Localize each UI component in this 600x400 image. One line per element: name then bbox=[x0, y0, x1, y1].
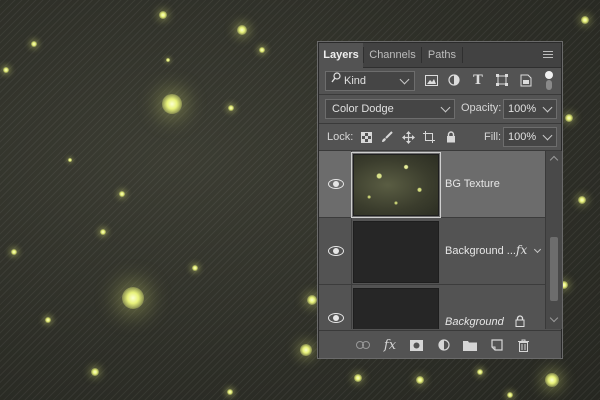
layer-thumbnail bbox=[353, 288, 439, 329]
layer-list: BG Texture Background ... fx Background bbox=[319, 151, 545, 329]
canvas-sparkle bbox=[300, 344, 312, 356]
layer-name: Background bbox=[445, 316, 504, 328]
smart-object-filter-icon[interactable] bbox=[518, 72, 534, 88]
canvas-sparkle bbox=[119, 191, 125, 197]
panel-menu-icon[interactable] bbox=[543, 51, 553, 59]
layer-thumbnail bbox=[353, 221, 439, 283]
layer-effects-icon[interactable]: fx bbox=[516, 243, 527, 257]
chevron-down-icon[interactable] bbox=[533, 245, 542, 254]
canvas-sparkle bbox=[237, 25, 247, 35]
type-filter-icon[interactable]: T bbox=[470, 72, 486, 88]
chevron-down-icon bbox=[399, 74, 410, 85]
lock-all-icon[interactable] bbox=[444, 130, 458, 144]
canvas-sparkle bbox=[192, 265, 198, 271]
chevron-down-icon bbox=[440, 102, 451, 113]
image-filter-icon[interactable] bbox=[423, 72, 439, 88]
canvas-sparkle bbox=[259, 47, 265, 53]
filter-toggle-icon[interactable] bbox=[545, 71, 553, 91]
add-layer-style-icon[interactable]: fx bbox=[382, 337, 398, 353]
layer-list-scrollbar[interactable] bbox=[545, 151, 562, 329]
tab-paths[interactable]: Paths bbox=[422, 43, 462, 67]
canvas-sparkle bbox=[477, 369, 483, 375]
canvas-sparkle bbox=[31, 41, 37, 47]
lock-image-pixels-icon[interactable] bbox=[380, 130, 394, 144]
layer-name: Background ... bbox=[445, 245, 516, 257]
canvas-sparkle bbox=[3, 67, 9, 73]
canvas-sparkle bbox=[507, 392, 513, 398]
filter-kind-label: Kind bbox=[344, 75, 367, 87]
canvas-sparkle bbox=[162, 94, 182, 114]
opacity-field[interactable]: 100% bbox=[503, 99, 557, 119]
chevron-down-icon bbox=[542, 102, 553, 113]
canvas-sparkle bbox=[45, 317, 51, 323]
filter-kind-select[interactable]: Kind bbox=[325, 71, 415, 91]
tab-divider bbox=[462, 47, 463, 63]
canvas-sparkle bbox=[122, 287, 144, 309]
chevron-down-icon bbox=[542, 130, 553, 141]
scroll-thumb[interactable] bbox=[550, 237, 558, 301]
panel-tab-bar: Layers Channels Paths bbox=[319, 43, 561, 68]
new-fill-adjustment-icon[interactable] bbox=[436, 337, 452, 353]
search-icon bbox=[331, 72, 341, 90]
layer-lock-icon bbox=[515, 315, 527, 327]
canvas-sparkle bbox=[166, 58, 170, 62]
visibility-column bbox=[351, 151, 352, 217]
shape-filter-icon[interactable] bbox=[494, 72, 510, 88]
fill-value: 100% bbox=[508, 131, 537, 143]
layer-thumbnail bbox=[351, 152, 441, 218]
fill-field[interactable]: 100% bbox=[503, 127, 557, 147]
divider bbox=[319, 123, 561, 124]
canvas-sparkle bbox=[68, 158, 72, 162]
layer-row-bg-texture[interactable]: BG Texture bbox=[319, 151, 545, 218]
canvas-sparkle bbox=[100, 229, 106, 235]
eye-icon[interactable] bbox=[328, 246, 344, 256]
opacity-value: 100% bbox=[508, 103, 537, 115]
canvas-sparkle bbox=[578, 196, 586, 204]
new-group-icon[interactable] bbox=[462, 337, 478, 353]
eye-icon[interactable] bbox=[328, 313, 344, 323]
blend-mode-select[interactable]: Color Dodge bbox=[325, 99, 455, 119]
canvas-sparkle bbox=[228, 105, 234, 111]
layers-panel: Layers Channels Paths Kind T Color Dodge… bbox=[318, 42, 562, 358]
link-layers-icon[interactable] bbox=[355, 337, 371, 353]
canvas-sparkle bbox=[565, 114, 573, 122]
adjustment-filter-icon[interactable] bbox=[446, 72, 462, 88]
blend-mode-value: Color Dodge bbox=[332, 103, 394, 115]
layers-bottom-toolbar: fx bbox=[319, 330, 561, 358]
fill-label: Fill: bbox=[484, 131, 502, 143]
canvas-sparkle bbox=[354, 374, 362, 382]
eye-icon[interactable] bbox=[328, 179, 344, 189]
canvas-sparkle bbox=[581, 16, 589, 24]
canvas-sparkle bbox=[307, 295, 317, 305]
lock-artboard-icon[interactable] bbox=[422, 130, 436, 144]
layer-row-background-copy[interactable]: Background ... fx bbox=[319, 218, 545, 285]
opacity-label: Opacity: bbox=[461, 102, 502, 114]
add-mask-icon[interactable] bbox=[408, 337, 424, 353]
scroll-up-icon[interactable] bbox=[549, 155, 559, 165]
canvas-sparkle bbox=[91, 368, 99, 376]
divider bbox=[319, 94, 561, 95]
lock-transparent-pixels-icon[interactable] bbox=[359, 130, 373, 144]
canvas-sparkle bbox=[227, 389, 233, 395]
scroll-down-icon[interactable] bbox=[549, 313, 559, 323]
new-layer-icon[interactable] bbox=[489, 337, 505, 353]
canvas-sparkle bbox=[416, 376, 424, 384]
canvas-sparkle bbox=[159, 11, 167, 19]
canvas-sparkle bbox=[545, 373, 559, 387]
visibility-column bbox=[351, 218, 352, 284]
lock-position-icon[interactable] bbox=[401, 130, 415, 144]
visibility-column bbox=[351, 285, 352, 329]
canvas-sparkle bbox=[11, 249, 17, 255]
tab-layers[interactable]: Layers bbox=[319, 43, 363, 68]
lock-label: Lock: bbox=[327, 131, 354, 143]
tab-channels[interactable]: Channels bbox=[364, 43, 421, 67]
layer-row-background[interactable]: Background bbox=[319, 285, 545, 329]
delete-layer-icon[interactable] bbox=[515, 337, 531, 353]
layer-name: BG Texture bbox=[445, 178, 500, 190]
